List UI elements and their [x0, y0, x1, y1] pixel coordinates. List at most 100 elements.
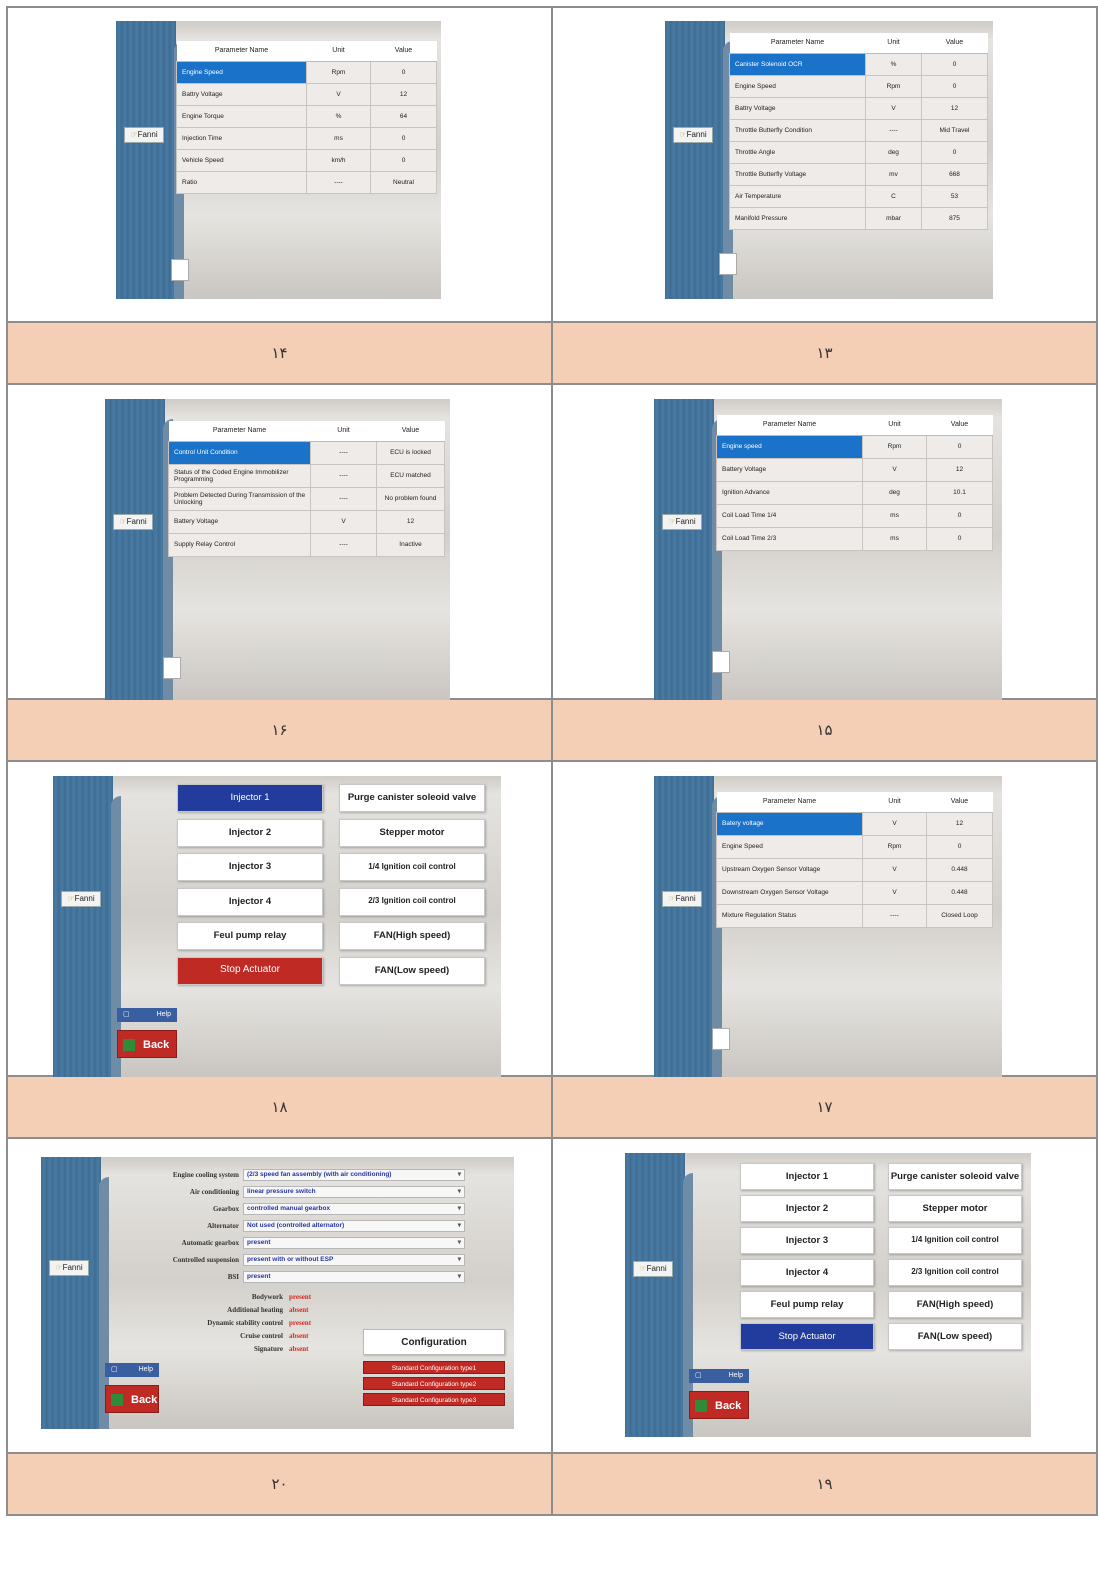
config-select[interactable]: present ▾ — [243, 1237, 465, 1249]
table-row[interactable]: Throttle Butterfly Condition ---- Mid Trav… — [729, 118, 988, 142]
table-row[interactable]: Upstream Oxygen Sensor Voltage V 0.448 — [716, 857, 993, 882]
actuator-button-left-1[interactable]: Injector 1 — [177, 784, 323, 812]
actuator-button-right-5[interactable]: FAN(High speed) — [339, 922, 485, 950]
table-row[interactable]: Battery Voltage V 12 — [716, 457, 993, 482]
brand-button[interactable]: ☞Fanni — [124, 127, 164, 143]
table-row[interactable]: Ratio ---- Neutral — [176, 170, 437, 194]
table-row[interactable]: Canister Solenoid OCR% 0 — [729, 52, 988, 76]
brand-button[interactable]: ☞Fanni — [673, 127, 713, 143]
table-row[interactable]: Mixture Regulation Status ---- Closed Loop — [716, 903, 993, 928]
brand-button[interactable]: ☞Fanni — [113, 514, 153, 530]
actuator-button-left-4[interactable]: Injector 4 — [740, 1259, 874, 1286]
table-row[interactable]: Control Unit Condition ---- ECU is locked — [168, 440, 445, 465]
table-row[interactable]: Coil Load Time 2/3 ms 0 — [716, 526, 993, 551]
column-header-unit: Unit — [865, 33, 922, 54]
actuator-button-left-2[interactable]: Injector 2 — [740, 1195, 874, 1222]
configuration-button[interactable]: Configuration — [363, 1329, 505, 1355]
table-row[interactable]: Engine speed Rpm 0 — [716, 434, 993, 459]
diagnostic-screen-16: ☞Fanni Parameter Name Unit Value Control Uni… — [105, 399, 450, 701]
actuator-button-right-4[interactable]: 2/3 Ignition coil control — [339, 887, 485, 916]
brand-button[interactable]: ☞Fanni — [662, 514, 702, 530]
actuator-button-right-6[interactable]: FAN(Low speed) — [339, 956, 485, 985]
option-value[interactable]: present — [289, 1319, 311, 1327]
actuator-button-left-1[interactable]: Injector 1 — [740, 1163, 874, 1190]
actuator-button-right-6[interactable]: FAN(Low speed) — [888, 1323, 1022, 1350]
actuator-button-left-5[interactable]: Feul pump relay — [177, 922, 323, 950]
brand-label: Fanni — [675, 894, 696, 903]
help-button[interactable]: ▢ Help — [689, 1369, 749, 1383]
table-row[interactable]: Coil Load Time 1/4 ms 0 — [716, 503, 993, 528]
table-row[interactable]: Problem Detected During Transmission of … — [168, 486, 445, 511]
actuator-button-left-6[interactable]: Stop Actuator — [177, 956, 323, 985]
table-row[interactable]: Status of the Coded Engine Immobilizer P… — [168, 463, 445, 488]
param-value: 12 — [926, 457, 993, 482]
actuator-button-right-2[interactable]: Stepper motor — [888, 1195, 1022, 1222]
table-row[interactable]: Throttle Butterfly Voltage mv 668 — [729, 162, 988, 186]
param-value: 0 — [370, 60, 437, 84]
option-value[interactable]: absent — [289, 1332, 308, 1340]
actuator-button-right-3[interactable]: 1/4 Ignition coil control — [888, 1227, 1022, 1254]
option-value[interactable]: present — [289, 1293, 311, 1301]
config-select[interactable]: (2/3 speed fan assembly (with air condit… — [243, 1169, 465, 1181]
brand-button[interactable]: ☞Fanni — [633, 1261, 673, 1277]
table-row[interactable]: Ignition Advance deg 10.1 — [716, 480, 993, 505]
param-unit: V — [862, 457, 927, 482]
actuator-button-left-4[interactable]: Injector 4 — [177, 887, 323, 916]
column-header-name: Parameter Name — [729, 33, 866, 54]
table-row[interactable]: Battry Voltage V 12 — [176, 82, 437, 106]
sidebar — [105, 399, 173, 701]
option-value[interactable]: absent — [289, 1345, 308, 1353]
brand-logo-icon: ☞ — [639, 1264, 647, 1273]
table-row[interactable]: Battry Voltage V 12 — [729, 96, 988, 120]
brand-button[interactable]: ☞Fanni — [61, 891, 101, 907]
table-row[interactable]: Vehicle Speed km/h 0 — [176, 148, 437, 172]
actuator-button-right-1[interactable]: Purge canister soleoid valve — [888, 1163, 1022, 1190]
back-button[interactable]: Back — [117, 1030, 177, 1058]
table-row[interactable]: Engine Torque% 64 — [176, 104, 437, 128]
table-row[interactable]: Engine Speed Rpm 0 — [729, 74, 988, 98]
param-name: Downstream Oxygen Sensor Voltage — [716, 880, 863, 905]
actuator-button-left-3[interactable]: Injector 3 — [740, 1227, 874, 1254]
table-row[interactable]: Downstream Oxygen Sensor Voltage V 0.448 — [716, 880, 993, 905]
config-select[interactable]: Not used (controlled alternator) ▾ — [243, 1220, 465, 1232]
param-value: No problem found — [376, 486, 445, 511]
actuator-button-right-1[interactable]: Purge canister soleoid valve — [339, 784, 485, 812]
config-select[interactable]: present with or without ESP ▾ — [243, 1254, 465, 1266]
actuator-button-right-5[interactable]: FAN(High speed) — [888, 1291, 1022, 1318]
help-button[interactable]: ▢ Help — [117, 1008, 177, 1022]
table-row[interactable]: Air Temperature C 53 — [729, 184, 988, 208]
table-row[interactable]: Manifold Pressure mbar 875 — [729, 206, 988, 230]
back-button[interactable]: Back — [689, 1391, 749, 1419]
actuator-button-right-4[interactable]: 2/3 Ignition coil control — [888, 1259, 1022, 1286]
table-row[interactable]: Engine Speed Rpm 0 — [716, 834, 993, 859]
actuator-button-right-3[interactable]: 1/4 Ignition coil control — [339, 853, 485, 881]
standard-configuration-button-1[interactable]: Standard Configuration type1 — [363, 1361, 505, 1374]
actuator-button-left-6[interactable]: Stop Actuator — [740, 1323, 874, 1350]
standard-configuration-button-2[interactable]: Standard Configuration type2 — [363, 1377, 505, 1390]
table-row[interactable]: Throttle Angle deg 0 — [729, 140, 988, 164]
brand-button[interactable]: ☞Fanni — [49, 1260, 89, 1276]
actuator-button-right-2[interactable]: Stepper motor — [339, 818, 485, 847]
help-button[interactable]: ▢ Help — [105, 1363, 159, 1377]
table-row[interactable]: Batery voltage V 12 — [716, 811, 993, 836]
param-unit: Rpm — [862, 834, 927, 859]
window-indicator — [712, 651, 730, 673]
table-row[interactable]: Injection Time ms 0 — [176, 126, 437, 150]
table-row[interactable]: Engine Speed Rpm 0 — [176, 60, 437, 84]
table-row[interactable]: Battery Voltage V 12 — [168, 509, 445, 534]
config-select[interactable]: present ▾ — [243, 1271, 465, 1283]
back-button[interactable]: Back — [105, 1385, 159, 1413]
param-value: 668 — [921, 162, 988, 186]
option-label: Cruise control — [240, 1332, 283, 1340]
option-value[interactable]: absent — [289, 1306, 308, 1314]
diagnostic-screen-13: ☞Fanni Parameter Name Unit Value Canister So… — [665, 21, 993, 299]
actuator-button-left-3[interactable]: Injector 3 — [177, 853, 323, 881]
help-icon: ▢ — [695, 1372, 702, 1379]
config-select[interactable]: controlled manual gearbox ▾ — [243, 1203, 465, 1215]
table-row[interactable]: Supply Relay Control ---- Inactive — [168, 532, 445, 557]
config-select[interactable]: linear pressure switch ▾ — [243, 1186, 465, 1198]
actuator-button-left-2[interactable]: Injector 2 — [177, 818, 323, 847]
actuator-button-left-5[interactable]: Feul pump relay — [740, 1291, 874, 1318]
brand-button[interactable]: ☞Fanni — [662, 891, 702, 907]
standard-configuration-button-3[interactable]: Standard Configuration type3 — [363, 1393, 505, 1406]
